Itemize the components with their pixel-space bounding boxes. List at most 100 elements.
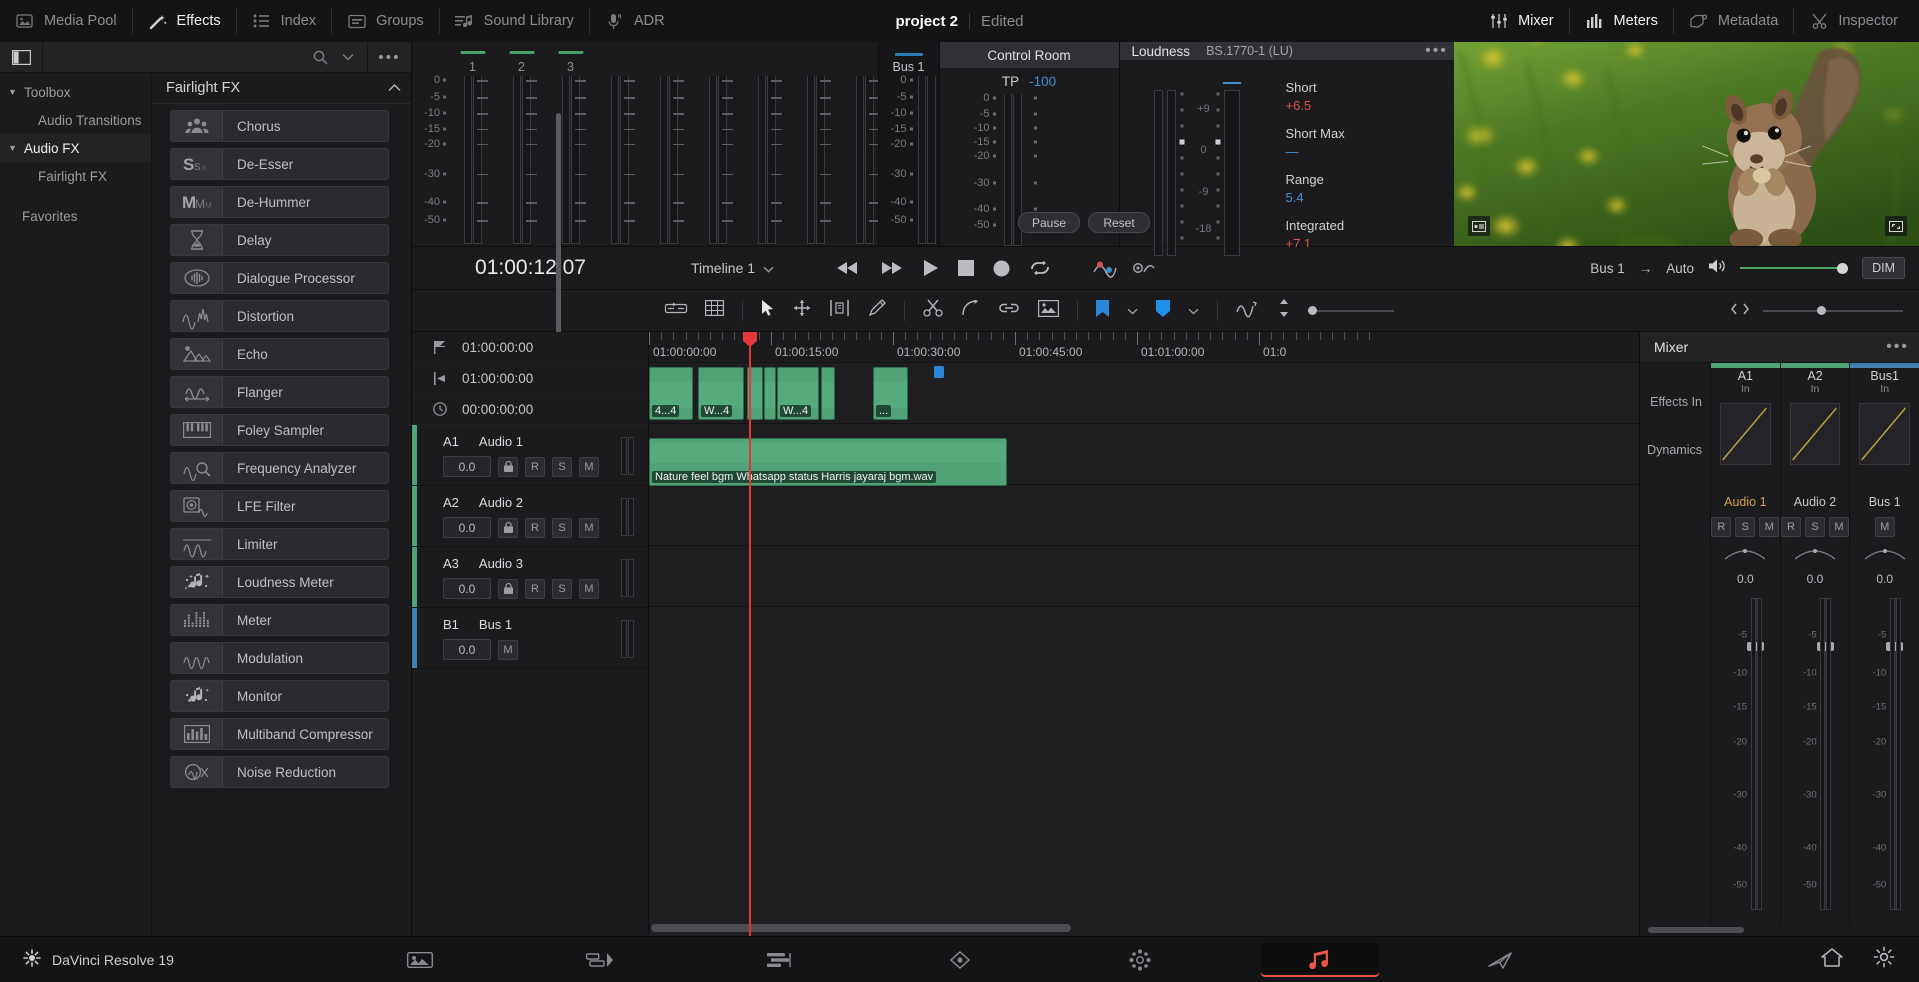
track-header-B1[interactable]: B1 Bus 1 0.0 M xyxy=(412,608,648,669)
scrollbar-thumb[interactable] xyxy=(651,924,1071,932)
tree-item-audio-fx[interactable]: ▼ Audio FX xyxy=(0,134,151,162)
strip-gain-value[interactable]: 0.0 xyxy=(1850,568,1919,590)
zoom-full-icon[interactable] xyxy=(1731,302,1749,320)
fx-item-delay[interactable]: Delay xyxy=(170,224,389,256)
trim-icon[interactable] xyxy=(829,299,850,322)
monitor-bus-label[interactable]: Bus 1 xyxy=(1590,261,1625,276)
loop-button[interactable] xyxy=(1029,260,1051,276)
link-clips-icon[interactable] xyxy=(664,301,688,321)
tree-item-toolbox[interactable]: ▼ Toolbox xyxy=(0,78,151,106)
track-name[interactable]: Bus 1 xyxy=(479,617,512,632)
slider-knob[interactable] xyxy=(1308,306,1317,315)
track-height-icon[interactable] xyxy=(1278,299,1290,322)
strip-eq-curve[interactable] xyxy=(1859,403,1911,465)
monitor-mode-label[interactable]: Auto xyxy=(1666,261,1694,276)
play-button[interactable] xyxy=(922,259,939,277)
strip-dynamics-row[interactable] xyxy=(1781,465,1850,490)
fx-item-dialogue-processor[interactable]: Dialogue Processor xyxy=(170,262,389,294)
automation-mode-icon[interactable] xyxy=(1093,260,1117,278)
timeline-clip[interactable] xyxy=(821,367,835,420)
dim-button[interactable]: DIM xyxy=(1862,257,1905,279)
strip-pan-control[interactable] xyxy=(1711,540,1780,568)
viewer-safe-area-icon[interactable] xyxy=(1467,216,1490,236)
strip-gain-value[interactable]: 0.0 xyxy=(1711,568,1780,590)
tab-media-pool[interactable]: Media Pool xyxy=(0,0,132,42)
strip-button-r[interactable]: R xyxy=(1781,517,1801,537)
track-header-A2[interactable]: A2 Audio 2 0.0 R S M xyxy=(412,486,648,547)
fx-item-foley-sampler[interactable]: Foley Sampler xyxy=(170,414,389,446)
razor-icon[interactable] xyxy=(923,299,943,322)
track-button-r[interactable]: R xyxy=(525,456,545,477)
chevron-down-icon[interactable] xyxy=(1188,302,1199,320)
mixer-strip-bus1[interactable]: Bus1 In Bus 1 M 0.0 -5 -10 -15 -20 -30 -40 -50 xyxy=(1849,363,1919,924)
timecode-duration-value[interactable]: 00:00:00:00 xyxy=(462,402,533,417)
page-cut[interactable] xyxy=(541,943,659,977)
fx-item-flanger[interactable]: Flanger xyxy=(170,376,389,408)
tab-adr[interactable]: ADR xyxy=(590,0,680,42)
tab-effects[interactable]: Effects xyxy=(133,0,236,42)
page-fusion[interactable] xyxy=(901,943,1019,977)
timeline-clip[interactable]: 4...4 xyxy=(649,367,693,420)
track-lock-icon[interactable] xyxy=(498,578,518,599)
strip-button-s[interactable]: S xyxy=(1735,517,1756,537)
strip-eq-curve[interactable] xyxy=(1720,403,1771,465)
tree-item-fairlight-fx[interactable]: Fairlight FX xyxy=(0,162,151,190)
track-button-s[interactable]: S xyxy=(552,517,572,538)
tab-index[interactable]: Index xyxy=(237,0,331,42)
loudness-pause-button[interactable]: Pause xyxy=(1018,212,1080,233)
fx-item-limiter[interactable]: Limiter xyxy=(170,528,389,560)
rewind-button[interactable] xyxy=(836,260,860,276)
fx-item-multiband-compressor[interactable]: Multiband Compressor xyxy=(170,718,389,750)
mixer-strip-a1[interactable]: A1 In Audio 1 R S M 0.0 -5 -10 -15 -20 -30 -40 -50 xyxy=(1710,363,1780,924)
page-edit[interactable] xyxy=(721,943,839,977)
tab-meters[interactable]: Meters xyxy=(1570,0,1673,42)
fx-item-monitor[interactable]: Monitor xyxy=(170,680,389,712)
track-button-r[interactable]: R xyxy=(525,517,545,538)
fx-item-de-hummer[interactable]: M M M De-Hummer xyxy=(170,186,389,218)
tab-mixer[interactable]: Mixer xyxy=(1474,0,1568,42)
timeline-canvas[interactable]: 01:00:00:00 01:00:15:00 01:00:30:00 01:00:4… xyxy=(649,332,1639,936)
strip-button-m[interactable]: M xyxy=(1874,517,1895,537)
strip-button-m[interactable]: M xyxy=(1829,517,1849,537)
timeline-clip[interactable]: ... xyxy=(873,367,908,420)
favorites-section[interactable]: Favorites xyxy=(0,190,151,242)
mixer-strip-a2[interactable]: A2 In Audio 2 R S M 0.0 -5 -10 -15 -20 -30 -40 -50 xyxy=(1779,363,1850,924)
track-button-m[interactable]: M xyxy=(579,578,599,599)
track-button-s[interactable]: S xyxy=(552,456,572,477)
timeline-clip[interactable] xyxy=(764,367,776,420)
toggle-panel-button[interactable] xyxy=(0,42,43,72)
track-button-m[interactable]: M xyxy=(498,639,518,660)
fx-item-chorus[interactable]: Chorus xyxy=(170,110,389,142)
loudness-reset-button[interactable]: Reset xyxy=(1088,212,1150,233)
strip-button-s[interactable]: S xyxy=(1805,517,1825,537)
track-gain-field[interactable]: 0.0 xyxy=(443,456,491,477)
mixer-scrollbar[interactable] xyxy=(1640,924,1919,936)
track-lock-icon[interactable] xyxy=(498,517,518,538)
timeline-clip[interactable]: Nature feel bgm Whatsapp status Harris j… xyxy=(649,438,1007,486)
selection-arrow-icon[interactable] xyxy=(761,299,775,322)
track-lane-A2[interactable]: Nature feel bgm Whatsapp status Harris j… xyxy=(649,424,1639,486)
monitor-volume-slider[interactable] xyxy=(1740,261,1849,275)
strip-pan-control[interactable] xyxy=(1781,540,1850,568)
strip-gain-value[interactable]: 0.0 xyxy=(1781,568,1850,590)
track-button-m[interactable]: M xyxy=(579,517,599,538)
track-button-s[interactable]: S xyxy=(552,578,572,599)
timeline-zoom-slider[interactable] xyxy=(1763,305,1903,317)
timecode-end-value[interactable]: 01:00:00:00 xyxy=(462,371,533,386)
fx-item-noise-reduction[interactable]: Noise Reduction xyxy=(170,756,389,788)
fx-item-meter[interactable]: Meter xyxy=(170,604,389,636)
track-name[interactable]: Audio 3 xyxy=(479,556,523,571)
strip-fader[interactable]: -5 -10 -15 -20 -30 -40 -50 xyxy=(1711,590,1780,924)
timeline-selector[interactable]: Timeline 1 xyxy=(691,260,774,276)
mixer-options-button[interactable]: ••• xyxy=(1886,338,1909,356)
track-header-A1[interactable]: A1 Audio 1 0.0 R S M xyxy=(412,425,648,486)
playhead[interactable] xyxy=(743,332,757,936)
strip-button-r[interactable]: R xyxy=(1711,517,1732,537)
record-button[interactable] xyxy=(993,260,1010,277)
page-color[interactable] xyxy=(1081,943,1199,977)
slider-knob[interactable] xyxy=(1817,306,1826,315)
speaker-icon[interactable] xyxy=(1708,258,1726,279)
scrollbar-thumb[interactable] xyxy=(1648,927,1744,933)
fx-item-distortion[interactable]: Distortion xyxy=(170,300,389,332)
fx-item-frequency-analyzer[interactable]: Frequency Analyzer xyxy=(170,452,389,484)
